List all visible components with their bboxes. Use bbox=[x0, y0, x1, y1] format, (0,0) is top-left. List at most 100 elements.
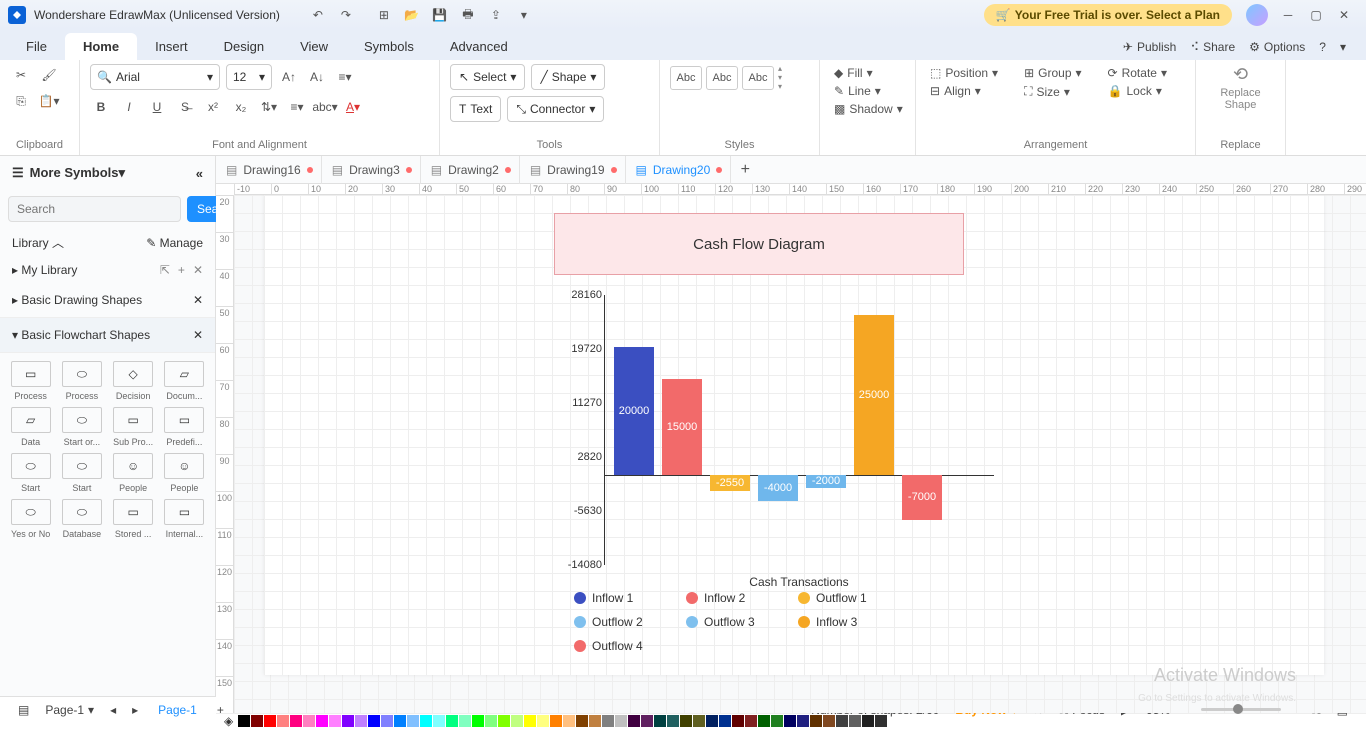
minimize-button[interactable]: ─ bbox=[1274, 1, 1302, 29]
shape-item[interactable]: ⬭Start bbox=[6, 453, 55, 493]
superscript-button[interactable]: x² bbox=[202, 96, 224, 118]
chart-bar[interactable]: -2550 bbox=[710, 475, 750, 491]
palette-color[interactable] bbox=[342, 715, 354, 727]
palette-color[interactable] bbox=[628, 715, 640, 727]
page-tab-bottom[interactable]: Page-1 bbox=[146, 703, 209, 717]
palette-color[interactable] bbox=[537, 715, 549, 727]
palette-color[interactable] bbox=[290, 715, 302, 727]
document-tab[interactable]: ▤Drawing19 bbox=[520, 156, 626, 184]
font-size-select[interactable]: 12▾ bbox=[226, 64, 272, 90]
shape-item[interactable]: ☺People bbox=[160, 453, 209, 493]
chart-title[interactable]: Cash Flow Diagram bbox=[554, 213, 964, 275]
style-preset-2[interactable]: Abc bbox=[706, 66, 738, 90]
options-button[interactable]: ⚙ Options bbox=[1245, 38, 1309, 56]
menu-insert[interactable]: Insert bbox=[137, 33, 206, 60]
palette-color[interactable] bbox=[836, 715, 848, 727]
palette-color[interactable] bbox=[693, 715, 705, 727]
undo-button[interactable]: ↶ bbox=[306, 3, 330, 27]
paste-button[interactable]: 📋▾ bbox=[38, 90, 60, 112]
palette-color[interactable] bbox=[316, 715, 328, 727]
align-shapes-button[interactable]: ⊟ Align▾ bbox=[926, 82, 1002, 100]
tab-close-icon[interactable] bbox=[611, 167, 617, 173]
prev-page-button[interactable]: ◂ bbox=[102, 703, 124, 717]
text-tool[interactable]: T Text bbox=[450, 96, 501, 122]
fill-button[interactable]: ◆ Fill▾ bbox=[830, 64, 905, 82]
palette-color[interactable] bbox=[459, 715, 471, 727]
palette-color[interactable] bbox=[576, 715, 588, 727]
zoom-slider[interactable] bbox=[1201, 708, 1281, 711]
line-spacing-button[interactable]: ⇅▾ bbox=[258, 96, 280, 118]
shape-item[interactable]: ▭Predefi... bbox=[160, 407, 209, 447]
palette-color[interactable] bbox=[602, 715, 614, 727]
pages-menu-button[interactable]: ▤ bbox=[10, 703, 37, 717]
lib-close-icon[interactable]: ✕ bbox=[193, 263, 203, 277]
palette-color[interactable] bbox=[667, 715, 679, 727]
tab-close-icon[interactable] bbox=[307, 167, 313, 173]
palette-color[interactable] bbox=[784, 715, 796, 727]
menu-home[interactable]: Home bbox=[65, 33, 137, 60]
shape-item[interactable]: ▱Docum... bbox=[160, 361, 209, 401]
menu-advanced[interactable]: Advanced bbox=[432, 33, 526, 60]
tab-close-icon[interactable] bbox=[406, 167, 412, 173]
position-button[interactable]: ⬚ Position▾ bbox=[926, 64, 1002, 82]
chart[interactable]: Cash Transactions 2816019720112702820-56… bbox=[554, 295, 994, 575]
cat2-close-icon[interactable]: ✕ bbox=[193, 328, 203, 342]
case-button[interactable]: abc▾ bbox=[314, 96, 336, 118]
qat-more-button[interactable]: ▾ bbox=[512, 3, 536, 27]
shape-item[interactable]: ▭Stored ... bbox=[109, 499, 158, 539]
palette-color[interactable] bbox=[589, 715, 601, 727]
palette-color[interactable] bbox=[875, 715, 887, 727]
lib-export-icon[interactable]: ⇱ bbox=[160, 263, 170, 277]
align-button[interactable]: ≡▾ bbox=[334, 66, 356, 88]
tab-close-icon[interactable] bbox=[716, 167, 722, 173]
shape-item[interactable]: ▱Data bbox=[6, 407, 55, 447]
bold-button[interactable]: B bbox=[90, 96, 112, 118]
publish-button[interactable]: ✈ Publish bbox=[1119, 38, 1180, 56]
menu-view[interactable]: View bbox=[282, 33, 346, 60]
palette-color[interactable] bbox=[823, 715, 835, 727]
palette-color[interactable] bbox=[420, 715, 432, 727]
chart-bar[interactable]: 25000 bbox=[854, 315, 894, 475]
palette-color[interactable] bbox=[251, 715, 263, 727]
palette-color[interactable] bbox=[433, 715, 445, 727]
palette-color[interactable] bbox=[719, 715, 731, 727]
palette-color[interactable] bbox=[810, 715, 822, 727]
palette-color[interactable] bbox=[485, 715, 497, 727]
user-avatar[interactable] bbox=[1246, 4, 1268, 26]
palette-color[interactable] bbox=[329, 715, 341, 727]
palette-color[interactable] bbox=[563, 715, 575, 727]
new-button[interactable]: ⊞ bbox=[372, 3, 396, 27]
page-select[interactable]: Page-1 ▾ bbox=[37, 703, 102, 717]
palette-color[interactable] bbox=[745, 715, 757, 727]
palette-color[interactable] bbox=[771, 715, 783, 727]
copy-button[interactable]: ⎘ bbox=[10, 90, 32, 112]
palette-color[interactable] bbox=[446, 715, 458, 727]
select-tool[interactable]: ↖ Select ▾ bbox=[450, 64, 525, 90]
trial-banner[interactable]: 🛒Your Free Trial is over. Select a Plan bbox=[984, 4, 1232, 26]
lock-button[interactable]: 🔒 Lock▾ bbox=[1104, 82, 1171, 100]
my-library-item[interactable]: ▸ My Library bbox=[12, 263, 77, 277]
shape-item[interactable]: ⬭Start bbox=[57, 453, 106, 493]
cut-button[interactable]: ✂ bbox=[10, 64, 32, 86]
palette-color[interactable] bbox=[706, 715, 718, 727]
cat1-close-icon[interactable]: ✕ bbox=[193, 293, 203, 307]
palette-color[interactable] bbox=[732, 715, 744, 727]
shape-item[interactable]: ⬭Process bbox=[57, 361, 106, 401]
style-more[interactable]: ▾ bbox=[778, 82, 782, 91]
more-symbols-button[interactable]: More Symbols▾ bbox=[30, 165, 125, 181]
connector-tool[interactable]: ⤡ Connector ▾ bbox=[507, 96, 604, 122]
palette-color[interactable] bbox=[758, 715, 770, 727]
chart-bar[interactable]: 20000 bbox=[614, 347, 654, 475]
close-button[interactable]: ✕ bbox=[1330, 1, 1358, 29]
strike-button[interactable]: S̶ bbox=[174, 96, 196, 118]
shape-tool[interactable]: ╱ Shape ▾ bbox=[531, 64, 605, 90]
menu-file[interactable]: File bbox=[8, 33, 65, 60]
palette-color[interactable] bbox=[498, 715, 510, 727]
export-button[interactable]: ⇪ bbox=[484, 3, 508, 27]
rotate-button[interactable]: ⟳ Rotate▾ bbox=[1104, 64, 1171, 82]
palette-color[interactable] bbox=[680, 715, 692, 727]
palette-color[interactable] bbox=[524, 715, 536, 727]
basic-flowchart-category[interactable]: ▾ Basic Flowchart Shapes✕ bbox=[0, 318, 215, 353]
group-button[interactable]: ⊞ Group▾ bbox=[1020, 64, 1085, 82]
replace-shape-button[interactable]: Replace Shape bbox=[1220, 87, 1260, 111]
